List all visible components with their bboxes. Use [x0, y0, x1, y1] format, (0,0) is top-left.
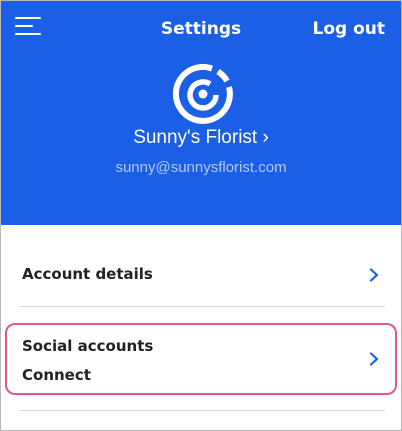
account-name-link[interactable]: Sunny's Florist ›: [1, 127, 401, 149]
row-sublabel: Connect: [22, 366, 91, 384]
chevron-right-icon: [369, 268, 379, 282]
profile-header: Settings Log out Sunny's Florist › sunny…: [1, 1, 401, 225]
chevron-right-icon: ›: [262, 127, 269, 148]
chevron-right-icon: [369, 352, 379, 366]
divider: [19, 306, 385, 307]
row-label: Account details: [22, 265, 153, 283]
row-label: Social accounts: [22, 337, 154, 355]
app-logo-icon: [172, 63, 233, 124]
logout-button[interactable]: Log out: [312, 19, 385, 39]
account-details-row[interactable]: Account details: [1, 249, 401, 301]
account-email: sunny@sunnysflorist.com: [115, 159, 287, 176]
settings-screen: Settings Log out Sunny's Florist › sunny…: [0, 0, 402, 431]
social-accounts-row[interactable]: Social accounts Connect: [1, 325, 401, 391]
divider: [19, 410, 385, 411]
account-name: Sunny's Florist: [133, 127, 258, 148]
